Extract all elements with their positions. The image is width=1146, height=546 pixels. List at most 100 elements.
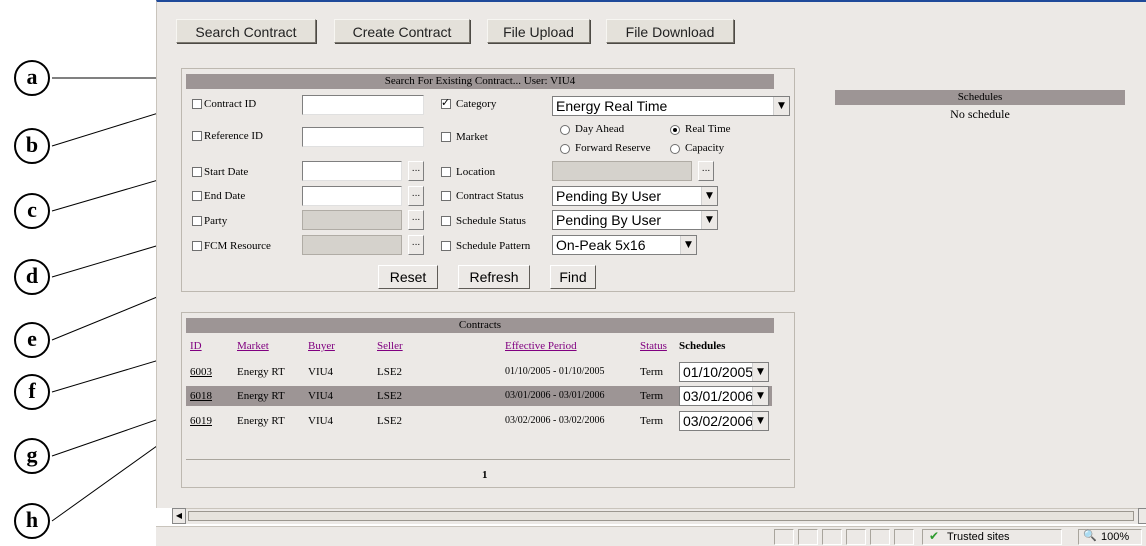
- forward-reserve-radio[interactable]: [560, 144, 570, 154]
- reset-button[interactable]: Reset: [378, 265, 438, 289]
- contracts-panel: Contracts ID Market Buyer Seller Effecti…: [181, 312, 795, 488]
- schedule-date-select[interactable]: 01/10/2005 ▼: [679, 362, 769, 382]
- start-date-input[interactable]: [302, 161, 402, 181]
- contract-id-link[interactable]: 6003: [190, 366, 212, 378]
- schedule-status-select[interactable]: Pending By User ▼: [552, 210, 718, 230]
- party-input[interactable]: [302, 210, 402, 230]
- create-contract-button[interactable]: Create Contract: [334, 19, 470, 43]
- page-number[interactable]: 1: [482, 469, 488, 481]
- buyer-cell: VIU4: [308, 390, 334, 402]
- reference-id-label: Reference ID: [204, 130, 263, 142]
- chevron-down-icon: ▼: [752, 412, 768, 430]
- contract-id-link[interactable]: 6019: [190, 415, 212, 427]
- column-header-market[interactable]: Market: [237, 340, 269, 352]
- callout-c: c: [14, 193, 50, 229]
- schedule-date-value: 01/10/2005: [683, 364, 754, 380]
- chevron-down-icon: ▼: [701, 211, 717, 229]
- schedule-pattern-select[interactable]: On-Peak 5x16 ▼: [552, 235, 697, 255]
- reference-id-checkbox[interactable]: [192, 131, 202, 141]
- table-row: 6018 Energy RT VIU4 LSE2 03/01/2006 - 03…: [182, 384, 794, 408]
- category-select[interactable]: Energy Real Time ▼: [552, 96, 790, 116]
- period-cell: 03/02/2006 - 03/02/2006: [505, 415, 605, 426]
- column-header-status[interactable]: Status: [640, 340, 667, 352]
- column-header-buyer[interactable]: Buyer: [308, 340, 335, 352]
- contract-status-value: Pending By User: [556, 188, 662, 204]
- zoom-control[interactable]: 🔍 100%: [1078, 529, 1142, 545]
- schedule-status-checkbox[interactable]: [441, 216, 451, 226]
- callout-b: b: [14, 128, 50, 164]
- chevron-down-icon: ▼: [701, 187, 717, 205]
- party-checkbox[interactable]: [192, 216, 202, 226]
- horizontal-scrollbar[interactable]: [186, 508, 1138, 524]
- fcm-resource-input[interactable]: [302, 235, 402, 255]
- market-label: Market: [456, 131, 488, 143]
- location-input[interactable]: [552, 161, 692, 181]
- schedules-empty-text: No schedule: [950, 107, 1010, 121]
- market-checkbox[interactable]: [441, 132, 451, 142]
- capacity-radio[interactable]: [670, 144, 680, 154]
- refresh-button[interactable]: Refresh: [458, 265, 530, 289]
- contract-id-link[interactable]: 6018: [190, 390, 212, 402]
- fcm-resource-checkbox[interactable]: [192, 241, 202, 251]
- table-row: 6019 Energy RT VIU4 LSE2 03/02/2006 - 03…: [182, 409, 794, 433]
- status-bar-pane: [798, 529, 818, 545]
- find-button[interactable]: Find: [550, 265, 596, 289]
- schedule-pattern-label: Schedule Pattern: [456, 240, 531, 252]
- scrollbar-thumb[interactable]: [188, 511, 1134, 521]
- schedule-pattern-checkbox[interactable]: [441, 241, 451, 251]
- reference-id-input[interactable]: [302, 127, 424, 147]
- status-cell: Term: [640, 415, 664, 427]
- seller-cell: LSE2: [377, 390, 403, 402]
- schedule-date-select[interactable]: 03/02/2006 ▼: [679, 411, 769, 431]
- column-header-effective-period[interactable]: Effective Period: [505, 340, 577, 352]
- start-date-picker-button[interactable]: ...: [408, 161, 424, 181]
- real-time-label: Real Time: [685, 123, 731, 135]
- end-date-input[interactable]: [302, 186, 402, 206]
- end-date-label: End Date: [204, 190, 246, 202]
- day-ahead-label: Day Ahead: [575, 123, 625, 135]
- column-header-seller[interactable]: Seller: [377, 340, 403, 352]
- scroll-right-button[interactable]: [1138, 508, 1146, 524]
- contract-status-select[interactable]: Pending By User ▼: [552, 186, 718, 206]
- end-date-checkbox[interactable]: [192, 191, 202, 201]
- real-time-radio[interactable]: [670, 125, 680, 135]
- table-row: 6003 Energy RT VIU4 LSE2 01/10/2005 - 01…: [182, 360, 794, 384]
- seller-cell: LSE2: [377, 415, 403, 427]
- end-date-picker-button[interactable]: ...: [408, 186, 424, 206]
- contract-id-input[interactable]: [302, 95, 424, 115]
- checkmark-icon: ✔: [929, 529, 940, 543]
- contract-id-checkbox[interactable]: [192, 99, 202, 109]
- file-download-button[interactable]: File Download: [606, 19, 734, 43]
- party-picker-button[interactable]: ...: [408, 210, 424, 230]
- status-bar: ✔ Trusted sites 🔍 100%: [156, 526, 1146, 546]
- contract-status-checkbox[interactable]: [441, 191, 451, 201]
- day-ahead-radio[interactable]: [560, 125, 570, 135]
- fcm-resource-picker-button[interactable]: ...: [408, 235, 424, 255]
- column-header-schedules: Schedules: [679, 340, 726, 352]
- start-date-label: Start Date: [204, 166, 249, 178]
- browser-client-area: Search Contract Create Contract File Upl…: [156, 0, 1146, 508]
- search-contract-button[interactable]: Search Contract: [176, 19, 316, 43]
- search-panel-title: Search For Existing Contract... User: VI…: [186, 74, 774, 89]
- scroll-left-button[interactable]: ◀: [172, 508, 186, 524]
- location-picker-button[interactable]: ...: [698, 161, 714, 181]
- market-cell: Energy RT: [237, 390, 285, 402]
- market-cell: Energy RT: [237, 366, 285, 378]
- schedule-status-value: Pending By User: [556, 212, 662, 228]
- chevron-down-icon: ▼: [752, 387, 768, 405]
- magnifier-icon: 🔍: [1083, 529, 1097, 542]
- status-cell: Term: [640, 390, 664, 402]
- column-header-id[interactable]: ID: [190, 340, 202, 352]
- trusted-sites-zone[interactable]: ✔ Trusted sites: [922, 529, 1062, 545]
- callout-d: d: [14, 259, 50, 295]
- buyer-cell: VIU4: [308, 366, 334, 378]
- schedule-date-value: 03/01/2006: [683, 388, 754, 404]
- location-checkbox[interactable]: [441, 167, 451, 177]
- schedule-date-select[interactable]: 03/01/2006 ▼: [679, 386, 769, 406]
- seller-cell: LSE2: [377, 366, 403, 378]
- status-bar-pane: [870, 529, 890, 545]
- file-upload-button[interactable]: File Upload: [487, 19, 590, 43]
- category-checkbox[interactable]: [441, 96, 451, 109]
- start-date-checkbox[interactable]: [192, 167, 202, 177]
- forward-reserve-label: Forward Reserve: [575, 142, 651, 154]
